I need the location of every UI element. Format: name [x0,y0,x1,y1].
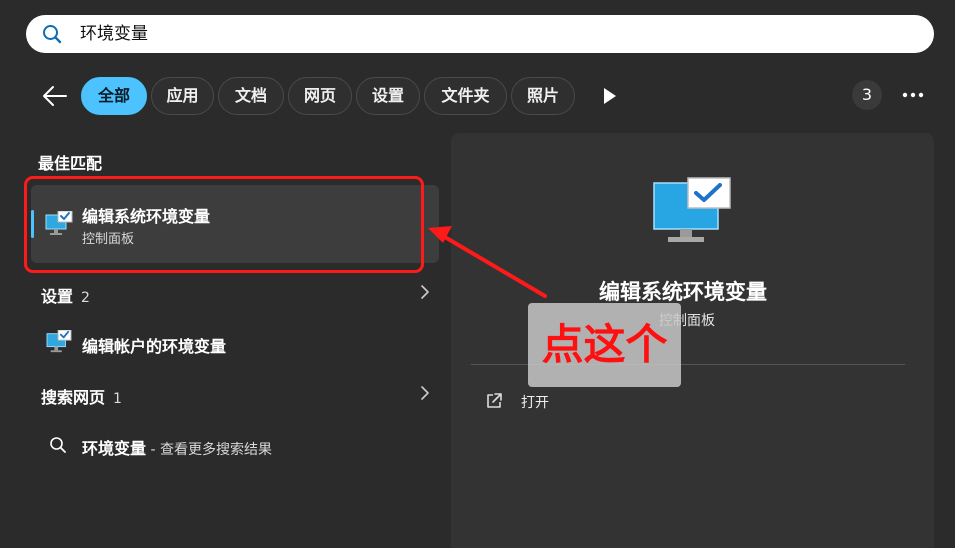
search-icon [43,25,62,44]
tab-web[interactable]: 网页 [288,77,352,115]
monitor-checkmark-icon [46,330,72,353]
monitor-checkmark-icon [653,177,731,242]
play-icon[interactable] [598,85,620,107]
tab-photos[interactable]: 照片 [511,77,575,115]
web-search-query: 环境变量 [82,439,147,458]
search-input[interactable]: 环境变量 [80,15,148,53]
back-arrow-icon[interactable] [42,84,68,108]
tab-apps[interactable]: 应用 [151,77,214,115]
open-external-icon [487,393,502,408]
tab-folders[interactable]: 文件夹 [424,77,507,115]
web-search-suffix: - 查看更多搜索结果 [146,442,272,458]
web-search-heading-label: 搜索网页 [41,388,106,407]
search-icon [50,437,66,453]
annotation-highlight-box [24,176,424,273]
settings-count: 2 [81,290,90,306]
chevron-right-icon[interactable] [420,385,430,401]
web-search-count: 1 [113,391,122,407]
annotation-label: 点这个 [528,303,681,387]
settings-heading[interactable]: 设置 2 [41,283,90,307]
web-search-heading[interactable]: 搜索网页 1 [41,384,122,408]
settings-result-label: 编辑帐户的环境变量 [82,337,227,356]
tab-settings[interactable]: 设置 [356,77,420,115]
search-box[interactable]: 环境变量 [26,15,934,53]
best-match-heading: 最佳匹配 [38,154,103,173]
settings-heading-label: 设置 [41,287,74,306]
more-dots-icon[interactable] [900,85,926,105]
tab-all[interactable]: 全部 [81,77,147,115]
web-search-result-text: 环境变量 - 查看更多搜索结果 [82,435,272,459]
preview-panel: 编辑系统环境变量 控制面板 打开 [451,133,934,548]
result-count-badge: 3 [852,80,882,110]
chevron-right-icon[interactable] [420,284,430,300]
open-label: 打开 [521,395,549,411]
preview-title: 编辑系统环境变量 [599,280,767,304]
tab-documents[interactable]: 文档 [218,77,284,115]
